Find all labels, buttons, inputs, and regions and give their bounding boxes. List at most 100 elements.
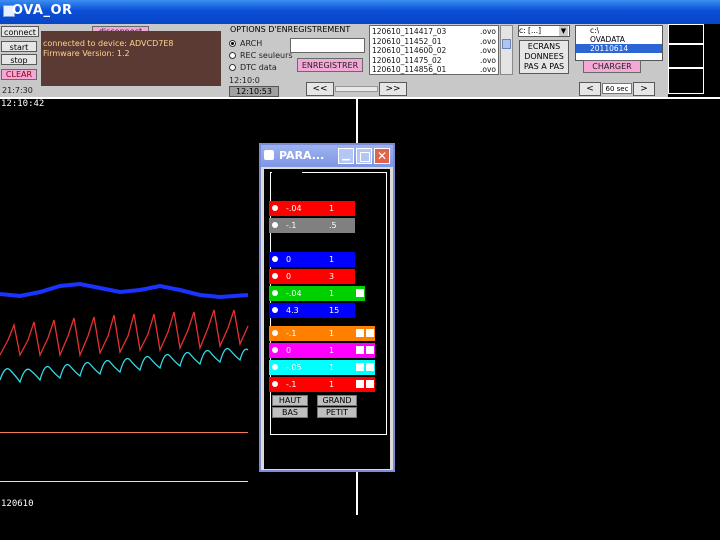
param-offset[interactable]: -.04 <box>286 286 302 301</box>
param-scale[interactable]: 1 <box>329 377 334 392</box>
param-offset[interactable]: 4.3 <box>286 303 299 318</box>
plot-time-top: 12:10:42 <box>1 99 45 109</box>
param-radio[interactable] <box>272 290 278 296</box>
params-dialog-titlebar[interactable]: PARA... ▁ ✕ <box>261 145 393 167</box>
blue-trace <box>0 281 249 300</box>
param-radio[interactable] <box>272 222 278 228</box>
list-item[interactable]: 120610_11475_02 .ovo <box>372 56 496 66</box>
param-row[interactable]: -.1 .5 <box>269 218 355 233</box>
param-checkbox[interactable] <box>356 289 364 297</box>
start-button[interactable]: start <box>1 41 37 52</box>
param-radio[interactable] <box>272 205 278 211</box>
param-offset[interactable]: -.04 <box>286 201 302 216</box>
small-prev-button[interactable]: < <box>579 82 601 96</box>
scroll-thumb[interactable] <box>502 39 511 49</box>
param-scale[interactable]: 1 <box>329 343 334 358</box>
record-button[interactable]: ENREGISTRER <box>297 58 363 72</box>
chevron-down-icon[interactable]: ▼ <box>559 26 568 36</box>
threshold-line <box>0 432 248 433</box>
param-scale[interactable]: 1 <box>329 326 334 341</box>
param-radio[interactable] <box>272 347 278 353</box>
file-list-scrollbar[interactable] <box>500 25 513 75</box>
options-input[interactable] <box>290 38 365 53</box>
minimize-icon[interactable]: ▁ <box>338 148 354 164</box>
param-row[interactable]: 4.3 15 <box>269 303 355 318</box>
param-checkbox[interactable] <box>366 380 374 388</box>
param-scale[interactable]: 3 <box>329 269 334 284</box>
param-row[interactable]: -.1 1 <box>269 377 375 392</box>
title-bar: OVA_OR <box>0 0 720 24</box>
baseline-line <box>0 481 248 482</box>
list-item[interactable]: 120610_114417_03 .ovo <box>372 27 496 37</box>
time-slider[interactable] <box>335 86 378 92</box>
separator <box>0 97 720 99</box>
param-checkbox[interactable] <box>366 329 374 337</box>
param-radio[interactable] <box>272 381 278 387</box>
options-title: OPTIONS D'ENREGISTREMENT <box>230 25 351 34</box>
up-button[interactable]: HAUT <box>272 395 308 406</box>
param-row[interactable]: -.04 1 <box>269 201 355 216</box>
param-radio[interactable] <box>272 273 278 279</box>
radio-arch[interactable] <box>229 40 236 47</box>
next-button[interactable]: >> <box>379 82 407 96</box>
small-next-button[interactable]: > <box>633 82 655 96</box>
dir-item[interactable]: c:\ <box>576 26 662 35</box>
param-offset[interactable]: 0 <box>286 269 291 284</box>
cyan-trace <box>0 347 249 384</box>
stop-button[interactable]: stop <box>1 54 37 65</box>
param-scale[interactable]: 15 <box>329 303 339 318</box>
radio-rec[interactable] <box>229 52 236 59</box>
params-dialog[interactable]: PARA... ▁ ✕ -.04 1 -.1.5 0 1 0 3 -.04 1 4.3 15 -.1 1… <box>259 143 395 472</box>
param-checkbox[interactable] <box>356 346 364 354</box>
smaller-button[interactable]: PETIT <box>317 407 357 418</box>
param-checkbox[interactable] <box>366 346 374 354</box>
param-checkbox[interactable] <box>356 363 364 371</box>
red-trace <box>0 309 249 358</box>
param-row[interactable]: -.1 1 <box>269 326 375 341</box>
dir-item-selected[interactable]: 20110614 <box>576 44 662 53</box>
load-button[interactable]: CHARGER <box>583 60 641 73</box>
close-icon[interactable]: ✕ <box>374 148 390 164</box>
param-row[interactable]: 01 <box>269 252 355 267</box>
param-radio[interactable] <box>272 307 278 313</box>
step-data-button[interactable]: ECRANS DONNEES PAS A PAS <box>519 40 569 74</box>
maximize-icon[interactable] <box>356 148 372 164</box>
list-item[interactable]: 120610_114600_02 .ovo <box>372 46 496 56</box>
dir-item[interactable]: OVADATA <box>576 35 662 44</box>
interval-field[interactable]: 60 sec <box>602 83 632 94</box>
param-offset[interactable]: -.1 <box>286 326 297 341</box>
param-offset[interactable]: 0 <box>286 343 291 358</box>
radio-dtc[interactable] <box>229 64 236 71</box>
param-radio[interactable] <box>272 330 278 336</box>
param-row[interactable]: -.04 1 <box>269 286 365 301</box>
param-checkbox[interactable] <box>356 380 364 388</box>
list-item[interactable]: 120610_11452_01 .ovo <box>372 37 496 47</box>
param-offset[interactable]: -.05 <box>286 360 302 375</box>
param-scale[interactable]: 1 <box>329 201 334 216</box>
bigger-button[interactable]: GRAND <box>317 395 357 406</box>
param-radio[interactable] <box>272 364 278 370</box>
drive-select[interactable]: c: [...] ▼ <box>518 25 570 37</box>
param-row[interactable]: -.05 1 <box>269 360 375 375</box>
param-scale[interactable]: .5 <box>329 218 337 233</box>
list-item[interactable]: 120610_114856_01 .ovo <box>372 65 496 75</box>
params-dialog-title: PARA... <box>279 149 325 162</box>
params-dialog-body: -.04 1 -.1.5 0 1 0 3 -.04 1 4.3 15 -.1 1 0 1 -.05 1 -.1 1 … <box>264 169 390 469</box>
param-scale[interactable]: 1 <box>329 286 334 301</box>
param-row[interactable]: 03 <box>269 269 355 284</box>
param-offset[interactable]: -.1 <box>286 377 297 392</box>
file-list[interactable]: 120610_114417_03 .ovo 120610_11452_01 .ovo… <box>369 25 499 75</box>
param-scale[interactable]: 1 <box>329 252 334 267</box>
param-row[interactable]: 01 <box>269 343 375 358</box>
prev-button[interactable]: << <box>306 82 334 96</box>
connect-button[interactable]: connect <box>1 26 39 37</box>
down-button[interactable]: BAS <box>272 407 308 418</box>
clear-button[interactable]: CLEAR <box>1 69 37 80</box>
param-scale[interactable]: 1 <box>329 360 334 375</box>
param-offset[interactable]: 0 <box>286 252 291 267</box>
param-checkbox[interactable] <box>356 329 364 337</box>
param-checkbox[interactable] <box>366 363 374 371</box>
directory-tree[interactable]: c:\ OVADATA 20110614 <box>575 25 663 61</box>
param-offset[interactable]: -.1 <box>286 218 297 233</box>
param-radio[interactable] <box>272 256 278 262</box>
